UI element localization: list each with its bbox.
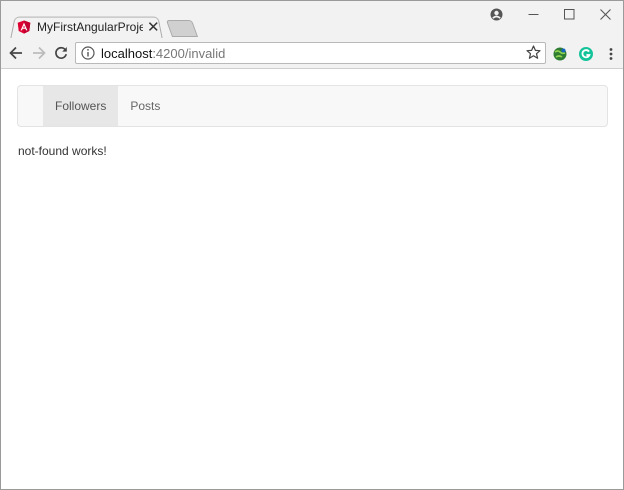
arrow-right-icon <box>33 46 46 60</box>
refresh-icon <box>55 46 68 59</box>
account-circle-icon <box>490 8 502 20</box>
url-host: localhost <box>101 45 153 61</box>
back-button[interactable] <box>6 43 26 63</box>
new-tab-button[interactable] <box>165 20 199 37</box>
tab-title: MyFirstAngularProject <box>37 20 143 34</box>
url-path: :4200/invalid <box>152 45 226 61</box>
minimize-button[interactable] <box>521 5 545 23</box>
nav-item-followers[interactable]: Followers <box>43 86 119 126</box>
profile-icon[interactable] <box>484 5 508 23</box>
nav-item-posts[interactable]: Posts <box>118 86 172 126</box>
menu-more-icon[interactable] <box>603 46 619 62</box>
arrow-left-icon <box>9 46 22 60</box>
not-found-message: not-found works! <box>18 144 107 158</box>
close-icon <box>599 8 611 20</box>
tab-strip: MyFirstAngularProject ✕ <box>1 1 623 40</box>
app-navbar: Followers Posts <box>17 85 608 127</box>
url-text[interactable]: localhost:4200/invalid <box>95 46 225 61</box>
angular-icon <box>17 20 31 34</box>
address-bar[interactable]: localhost:4200/invalid <box>75 42 546 64</box>
info-icon[interactable] <box>81 46 95 60</box>
tab-close-icon[interactable]: ✕ <box>147 20 160 35</box>
browser-toolbar: localhost:4200/invalid <box>1 38 623 69</box>
bookmark-star-icon[interactable] <box>526 45 541 60</box>
globe-extension-icon[interactable] <box>552 46 568 62</box>
grammarly-icon[interactable] <box>578 46 594 62</box>
maximize-icon <box>563 8 574 19</box>
browser-tab-content[interactable]: MyFirstAngularProject ✕ <box>15 16 161 38</box>
browser-window: MyFirstAngularProject ✕ <box>0 0 624 490</box>
forward-button[interactable] <box>29 43 49 63</box>
maximize-button[interactable] <box>557 5 581 23</box>
page-content: Followers Posts not-found works! <box>1 69 623 489</box>
close-window-button[interactable] <box>593 5 617 23</box>
minimize-icon <box>528 13 538 15</box>
reload-button[interactable] <box>51 43 71 63</box>
